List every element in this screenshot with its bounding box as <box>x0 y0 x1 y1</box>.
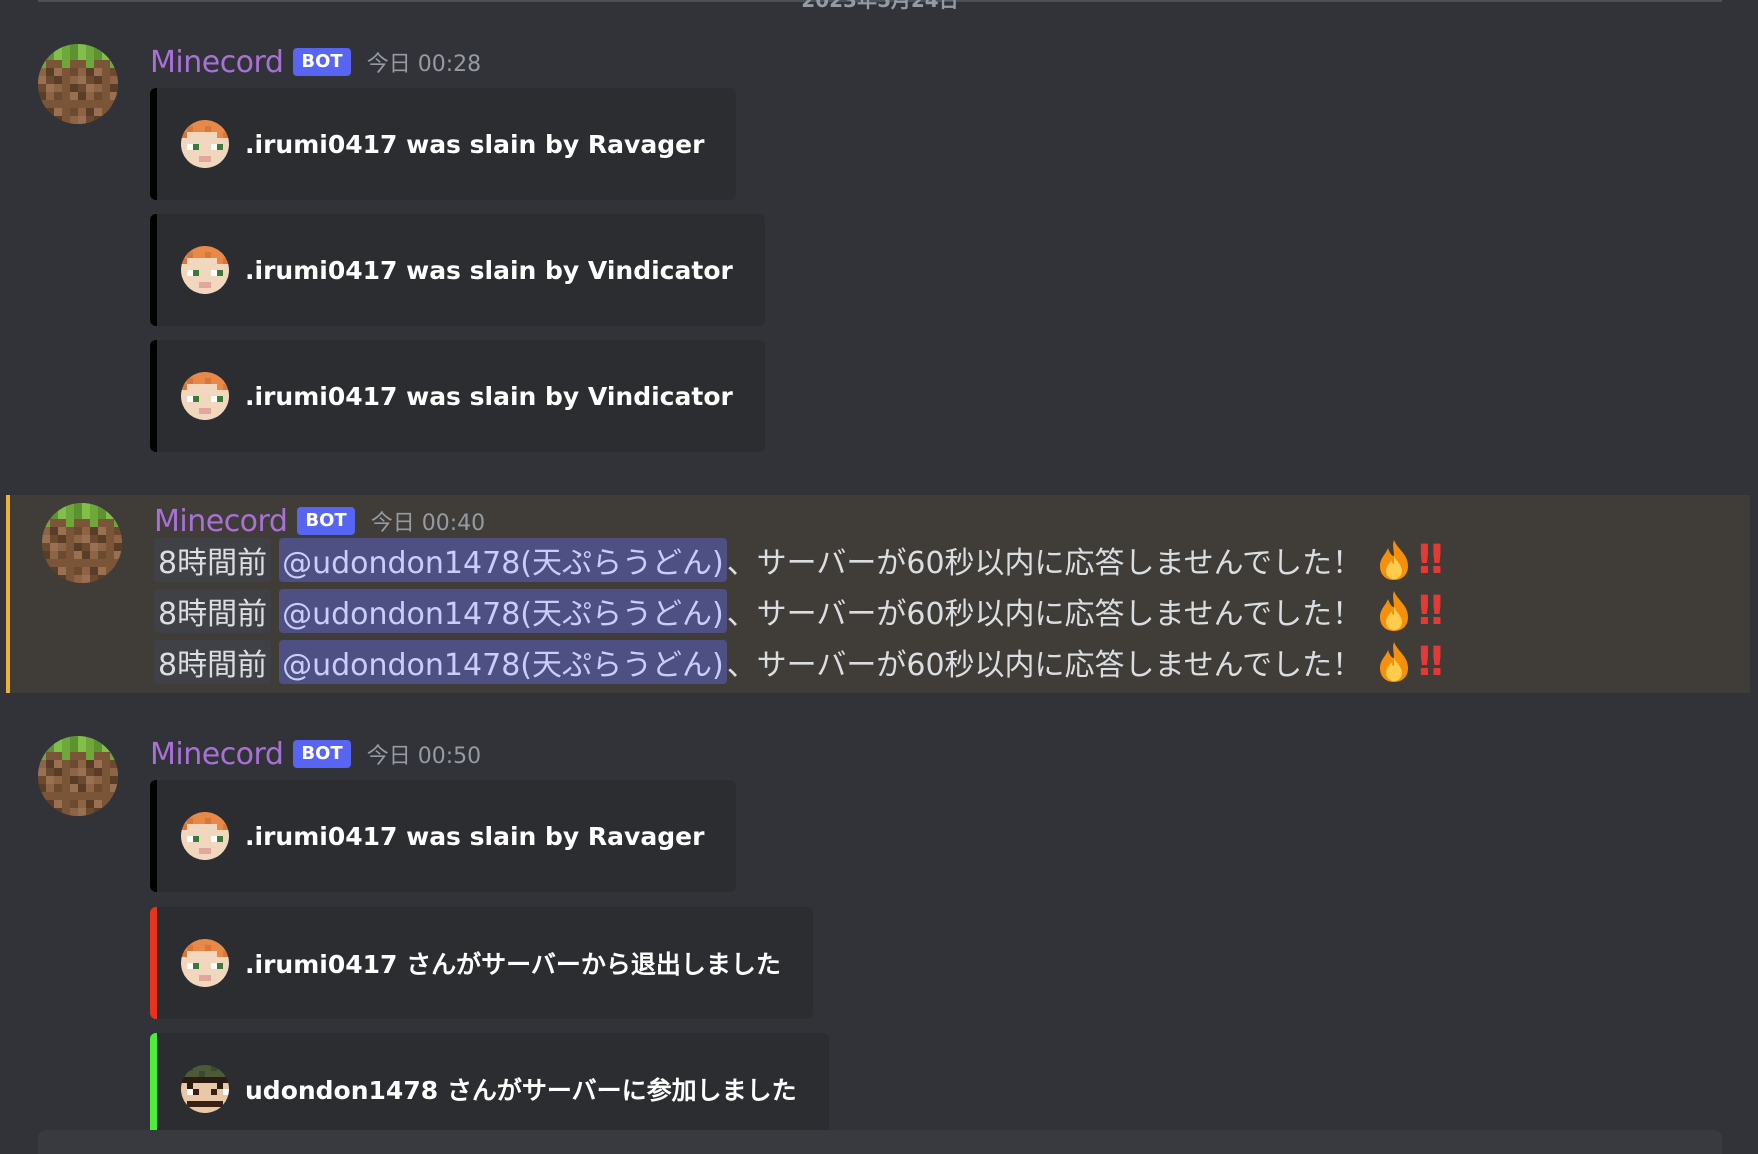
user-mention[interactable]: @udondon1478(天ぷらうどん) <box>279 589 727 633</box>
alex-head-icon <box>181 812 229 860</box>
fire-icon <box>1374 538 1414 582</box>
alert-text: 、サーバーが60秒以内に応答しませんでした！ <box>726 648 1363 683</box>
double-exclamation-icon: ‼ <box>1418 537 1443 583</box>
embed-text: udondon1478 さんがサーバーに参加しました <box>245 1076 797 1105</box>
bot-tag: BOT <box>297 507 355 535</box>
embed-text: .irumi0417 was slain by Vindicator <box>245 381 733 411</box>
alex-head-icon <box>181 939 229 987</box>
grass-block-icon[interactable] <box>38 44 118 124</box>
message-input-edge <box>38 1130 1722 1154</box>
player-head-icon <box>181 1065 229 1113</box>
bot-tag: BOT <box>293 48 351 76</box>
alex-head-icon <box>181 372 229 420</box>
embed-text: .irumi0417 was slain by Ravager <box>245 129 705 159</box>
username[interactable]: Minecord <box>154 504 288 539</box>
fire-icon <box>1374 640 1414 684</box>
alex-head-icon <box>181 120 229 168</box>
username[interactable]: Minecord <box>150 45 284 80</box>
alert-line: 8時間前 @udondon1478(天ぷらうどん) 、サーバーが60秒以内に応答… <box>154 588 1443 634</box>
alert-text: 、サーバーが60秒以内に応答しませんでした！ <box>726 597 1363 632</box>
bot-tag: BOT <box>293 740 351 768</box>
embed-text: .irumi0417 was slain by Vindicator <box>245 255 733 285</box>
embed-text: .irumi0417 was slain by Ravager <box>245 821 705 851</box>
user-mention[interactable]: @udondon1478(天ぷらうどん) <box>279 640 727 684</box>
embed-join: udondon1478 さんがサーバーに参加しました <box>150 1033 829 1145</box>
double-exclamation-icon: ‼ <box>1418 639 1443 685</box>
embed-text: .irumi0417 さんがサーバーから退出しました <box>245 950 781 979</box>
user-mention[interactable]: @udondon1478(天ぷらうどん) <box>279 538 727 582</box>
alex-head-icon <box>181 246 229 294</box>
embed: .irumi0417 was slain by Vindicator <box>150 340 765 452</box>
alert-text: 、サーバーが60秒以内に応答しませんでした！ <box>726 546 1363 581</box>
alert-line: 8時間前 @udondon1478(天ぷらうどん) 、サーバーが60秒以内に応答… <box>154 639 1443 685</box>
embed: .irumi0417 was slain by Ravager <box>150 780 737 892</box>
grass-block-icon[interactable] <box>42 503 122 583</box>
alert-line: 8時間前 @udondon1478(天ぷらうどん) 、サーバーが60秒以内に応答… <box>154 537 1443 583</box>
message-header: Minecord BOT 今日 00:28 <box>150 44 481 80</box>
fire-icon <box>1374 589 1414 633</box>
message-group: Minecord BOT 今日 00:28 .irumi0417 was sla… <box>0 0 1758 452</box>
username[interactable]: Minecord <box>150 737 284 772</box>
relative-time[interactable]: 8時間前 <box>154 538 272 582</box>
timestamp[interactable]: 今日 00:50 <box>367 738 481 770</box>
message-header: Minecord BOT 今日 00:50 <box>150 736 481 772</box>
message-group: Minecord BOT 今日 00:50 .irumi0417 was sla… <box>0 730 1758 1145</box>
relative-time[interactable]: 8時間前 <box>154 589 272 633</box>
embed: .irumi0417 was slain by Ravager <box>150 88 737 200</box>
timestamp[interactable]: 今日 00:28 <box>367 46 481 78</box>
relative-time[interactable]: 8時間前 <box>154 640 272 684</box>
embed: .irumi0417 was slain by Vindicator <box>150 214 765 326</box>
grass-block-icon[interactable] <box>38 736 118 816</box>
double-exclamation-icon: ‼ <box>1418 588 1443 634</box>
timestamp[interactable]: 今日 00:40 <box>371 505 485 537</box>
embed-leave: .irumi0417 さんがサーバーから退出しました <box>150 907 813 1019</box>
message-group-mention: Minecord BOT 今日 00:40 8時間前 @udondon1478(… <box>6 495 1750 693</box>
message-header: Minecord BOT 今日 00:40 <box>154 503 485 539</box>
